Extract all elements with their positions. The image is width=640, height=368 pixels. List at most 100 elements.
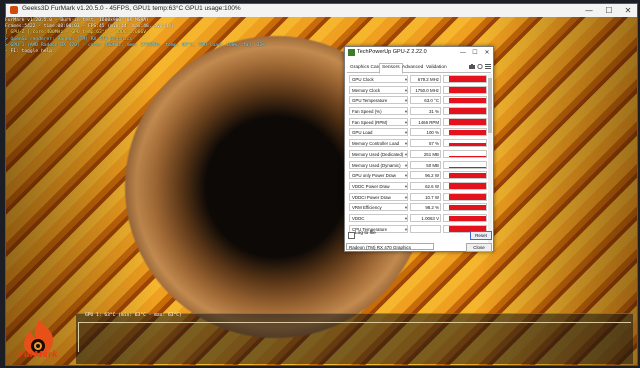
sensor-name[interactable]: VDDC bbox=[349, 213, 408, 222]
temperature-graph-label: GPU 1: 63°C (min: 63°C - max: 63°C) bbox=[85, 313, 182, 318]
sensor-scrollbar[interactable] bbox=[488, 74, 492, 246]
sensor-name[interactable]: GPU Load bbox=[349, 128, 408, 137]
sensor-row: VDDCI Power Draw ▼ 10.7 W bbox=[349, 192, 487, 203]
dropdown-arrow-icon[interactable]: ▼ bbox=[404, 216, 408, 221]
sensor-graph-fill bbox=[449, 119, 486, 125]
refresh-icon[interactable] bbox=[477, 63, 483, 70]
sensor-value: 100 % bbox=[410, 128, 441, 137]
camera-icon[interactable] bbox=[469, 63, 475, 70]
menu-icon[interactable] bbox=[485, 63, 491, 70]
sensor-row: GPU only Power Draw ▼ 96.2 W bbox=[349, 170, 487, 181]
log-to-file-label: Log to file bbox=[355, 231, 376, 236]
dropdown-arrow-icon[interactable]: ▼ bbox=[404, 163, 408, 168]
furmark-titlebar[interactable]: Geeks3D FurMark v1.20.5.0 - 45FPS, GPU1 … bbox=[6, 4, 637, 18]
log-to-file-checkbox[interactable] bbox=[348, 232, 355, 239]
sensor-graph-fill bbox=[449, 194, 486, 200]
gpu-select-dropdown[interactable]: Radeon (TM) RX 470 Graphics bbox=[346, 243, 434, 250]
gpuz-titlebar[interactable]: TechPowerUp GPU-Z 2.22.0 — ☐ ✕ bbox=[345, 47, 493, 59]
reset-button[interactable]: Reset bbox=[470, 231, 492, 240]
gpuz-app-icon bbox=[348, 49, 355, 56]
gpuz-minimize-button[interactable]: — bbox=[457, 47, 469, 59]
sensor-value: 1750.0 MHz bbox=[410, 85, 441, 94]
sensor-name[interactable]: GPU Clock bbox=[349, 75, 408, 83]
sensor-row: VDDC Power Draw ▼ 62.6 W bbox=[349, 181, 487, 192]
minimize-button[interactable]: — bbox=[579, 4, 599, 17]
sensor-graph-fill bbox=[449, 215, 486, 221]
sensor-value: 63.0 °C bbox=[410, 96, 441, 105]
temperature-graph-line bbox=[78, 322, 631, 323]
tab-validation[interactable]: Validation bbox=[423, 63, 450, 73]
sensor-value: 10.7 W bbox=[410, 192, 441, 201]
sensor-graph bbox=[443, 213, 487, 222]
dropdown-arrow-icon[interactable]: ▼ bbox=[404, 98, 408, 103]
sensor-graph bbox=[443, 139, 487, 148]
dropdown-arrow-icon[interactable]: ▼ bbox=[404, 173, 408, 178]
sensor-name[interactable]: Memory Controller Load bbox=[349, 139, 408, 148]
dropdown-arrow-icon[interactable]: ▼ bbox=[404, 88, 408, 93]
sensor-value: 57 % bbox=[410, 139, 441, 148]
dropdown-arrow-icon[interactable]: ▼ bbox=[404, 130, 408, 135]
sensor-row: Memory Used (Dynamic) ▼ 50 MB bbox=[349, 160, 487, 171]
sensor-name[interactable]: Fan Speed (RPM) bbox=[349, 117, 408, 126]
sensor-row: Fan Speed (%) ▼ 31 % bbox=[349, 106, 487, 117]
dropdown-arrow-icon[interactable]: ▼ bbox=[404, 227, 408, 232]
furmark-window-title: Geeks3D FurMark v1.20.5.0 - 45FPS, GPU1 … bbox=[22, 5, 241, 12]
sensor-name[interactable]: Memory Clock bbox=[349, 85, 408, 94]
sensor-value: 50 MB bbox=[410, 160, 441, 169]
sensor-graph-fill bbox=[449, 97, 486, 104]
sensor-value: 1.0063 V bbox=[410, 213, 441, 222]
dropdown-arrow-icon[interactable]: ▼ bbox=[404, 141, 408, 146]
overlay-line: - F1: toggle help bbox=[5, 49, 53, 55]
sensor-graph bbox=[443, 96, 487, 105]
sensor-graph bbox=[443, 149, 487, 158]
sensor-graph bbox=[443, 181, 487, 190]
sensor-name[interactable]: VDDC Power Draw bbox=[349, 181, 408, 190]
gpuz-maximize-button[interactable]: ☐ bbox=[469, 47, 481, 59]
dropdown-arrow-icon[interactable]: ▼ bbox=[404, 184, 408, 189]
sensor-value: 98.2 % bbox=[410, 203, 441, 212]
dropdown-arrow-icon[interactable]: ▼ bbox=[404, 195, 408, 200]
gpuz-window-title: TechPowerUp GPU-Z 2.22.0 bbox=[357, 49, 427, 55]
furmark-app-icon bbox=[10, 6, 18, 14]
gpuz-close-button[interactable]: ✕ bbox=[481, 47, 493, 59]
dropdown-arrow-icon[interactable]: ▼ bbox=[404, 152, 408, 157]
sensor-row: Memory Used (Dedicated) ▼ 251 MB bbox=[349, 149, 487, 160]
sensor-list: GPU Clock ▼ 679.2 MHz Memory Clock ▼ 1750.0 M… bbox=[349, 74, 487, 246]
sensor-row: Memory Clock ▼ 1750.0 MHz bbox=[349, 85, 487, 96]
sensor-row: VRM Efficiency ▼ 98.2 % bbox=[349, 202, 487, 213]
dropdown-arrow-icon[interactable]: ▼ bbox=[404, 77, 408, 82]
dropdown-arrow-icon[interactable]: ▼ bbox=[404, 120, 408, 125]
gpuz-close-bottom-button[interactable]: Close bbox=[466, 243, 492, 252]
furmark-window: Geeks3D FurMark v1.20.5.0 - 45FPS, GPU1 … bbox=[5, 3, 638, 366]
sensor-graph-fill bbox=[449, 108, 486, 115]
scrollbar-thumb[interactable] bbox=[488, 78, 492, 133]
sensor-name[interactable]: Memory Used (Dedicated) bbox=[349, 149, 408, 158]
sensor-name[interactable]: GPU only Power Draw bbox=[349, 171, 408, 180]
sensor-row: GPU Clock ▼ 679.2 MHz bbox=[349, 74, 487, 85]
temperature-graph bbox=[76, 313, 633, 364]
sensor-value: 679.2 MHz bbox=[410, 75, 441, 83]
sensor-name[interactable]: Fan Speed (%) bbox=[349, 107, 408, 116]
sensor-graph bbox=[443, 192, 487, 201]
sensor-row: GPU Temperature ▼ 63.0 °C bbox=[349, 95, 487, 106]
sensor-graph-fill bbox=[449, 204, 486, 211]
sensor-name[interactable]: GPU Temperature bbox=[349, 96, 408, 105]
dropdown-arrow-icon[interactable]: ▼ bbox=[404, 205, 408, 210]
maximize-button[interactable]: ☐ bbox=[599, 4, 619, 17]
sensor-graph-fill bbox=[449, 87, 486, 93]
sensor-graph-fill bbox=[449, 142, 486, 147]
sensor-graph bbox=[443, 171, 487, 180]
sensor-value bbox=[410, 224, 441, 233]
sensor-graph-fill bbox=[449, 155, 486, 157]
sensor-value: 31 % bbox=[410, 107, 441, 116]
sensor-graph-fill bbox=[449, 183, 486, 189]
sensor-name[interactable]: Memory Used (Dynamic) bbox=[349, 160, 408, 169]
sensor-name[interactable]: VDDCI Power Draw bbox=[349, 192, 408, 201]
sensor-graph bbox=[443, 75, 487, 83]
sensor-row: Memory Controller Load ▼ 57 % bbox=[349, 138, 487, 149]
sensor-value: 96.2 W bbox=[410, 171, 441, 180]
dropdown-arrow-icon[interactable]: ▼ bbox=[404, 109, 408, 114]
sensor-name[interactable]: VRM Efficiency bbox=[349, 203, 408, 212]
sensor-row: GPU Load ▼ 100 % bbox=[349, 127, 487, 138]
close-button[interactable]: ✕ bbox=[618, 4, 637, 17]
